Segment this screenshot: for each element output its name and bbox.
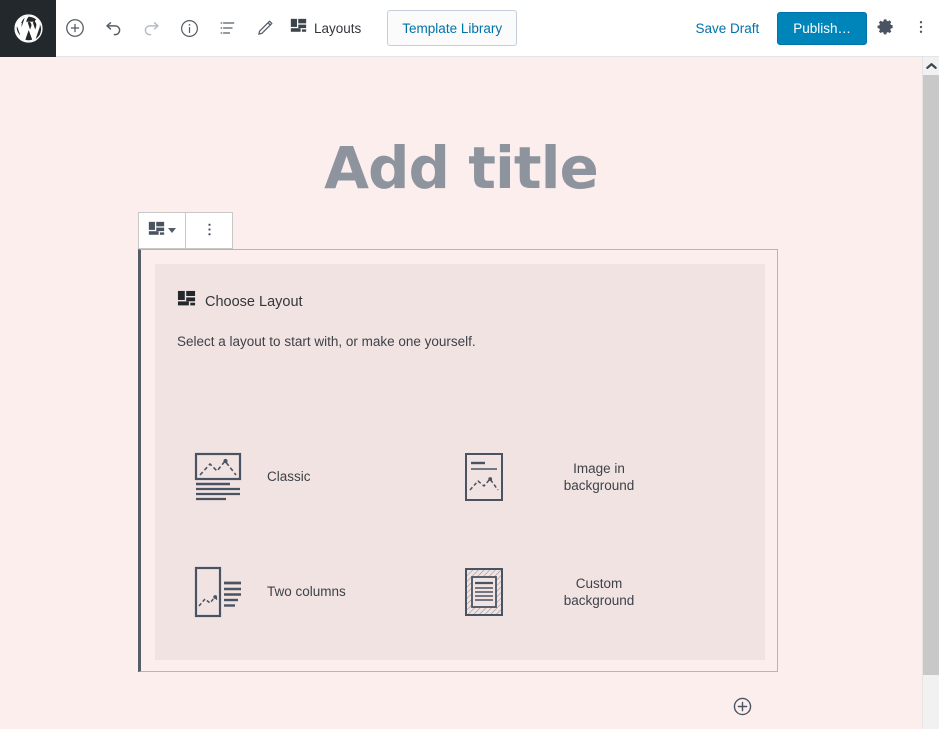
gear-icon xyxy=(876,17,895,39)
layout-option-two-columns[interactable]: Two columns xyxy=(189,534,439,649)
layout-option-custom-background[interactable]: Custom background xyxy=(453,534,703,649)
save-draft-button[interactable]: Save Draft xyxy=(683,11,771,45)
layouts-icon xyxy=(290,18,307,38)
editor-top-toolbar: Layouts Template Library Save Draft Publ… xyxy=(0,0,939,57)
layout-option-label: Image in background xyxy=(563,460,635,493)
wordpress-logo-icon xyxy=(13,13,44,44)
plus-circle-icon xyxy=(732,696,753,720)
wordpress-logo-button[interactable] xyxy=(0,0,56,57)
selected-block[interactable]: Choose Layout Select a layout to start w… xyxy=(138,249,778,672)
editor-root: Layouts Template Library Save Draft Publ… xyxy=(0,0,939,729)
pencil-icon xyxy=(255,18,275,38)
choose-layout-title: Choose Layout xyxy=(205,294,303,310)
scroll-up-button[interactable] xyxy=(923,57,939,74)
chevron-up-icon xyxy=(925,57,937,75)
choose-layout-heading: Choose Layout xyxy=(177,290,743,314)
classic-layout-icon xyxy=(189,446,251,508)
template-library-button[interactable]: Template Library xyxy=(387,10,518,46)
layouts-icon xyxy=(177,290,196,314)
layouts-icon xyxy=(148,221,165,241)
two-columns-layout-icon xyxy=(189,561,251,623)
undo-icon xyxy=(103,18,124,39)
settings-button[interactable] xyxy=(867,8,903,48)
post-title-placeholder[interactable]: Add title xyxy=(0,134,922,202)
info-circle-icon xyxy=(179,18,200,39)
image-in-background-layout-icon xyxy=(453,446,515,508)
layouts-button[interactable]: Layouts xyxy=(284,8,369,48)
layout-option-image-in-background[interactable]: Image in background xyxy=(453,419,703,534)
layouts-button-label: Layouts xyxy=(314,20,362,36)
custom-background-layout-icon xyxy=(453,561,515,623)
layout-option-label: Custom background xyxy=(563,575,635,608)
undo-button[interactable] xyxy=(94,8,132,48)
vertical-dots-icon xyxy=(201,221,218,241)
block-toolbar xyxy=(138,212,233,249)
publish-button[interactable]: Publish… xyxy=(777,11,867,45)
layout-options-grid: Classic Image in background Two columns … xyxy=(189,419,729,649)
plus-circle-icon xyxy=(64,17,86,39)
block-navigation-button[interactable] xyxy=(208,8,246,48)
content-info-button[interactable] xyxy=(170,8,208,48)
redo-icon xyxy=(141,18,162,39)
block-layout-picker-button[interactable] xyxy=(139,213,185,248)
redo-button[interactable] xyxy=(132,8,170,48)
choose-layout-subtitle: Select a layout to start with, or make o… xyxy=(177,334,476,349)
layout-option-label: Classic xyxy=(267,469,311,484)
list-view-icon xyxy=(217,18,237,38)
edit-mode-button[interactable] xyxy=(246,8,284,48)
scrollbar-thumb[interactable] xyxy=(923,75,939,675)
add-block-button[interactable] xyxy=(56,8,94,48)
choose-layout-panel: Choose Layout Select a layout to start w… xyxy=(155,264,765,660)
chevron-down-icon xyxy=(168,228,176,233)
vertical-scrollbar[interactable] xyxy=(922,57,939,729)
block-appender-button[interactable] xyxy=(731,697,753,719)
block-more-options-button[interactable] xyxy=(186,213,232,248)
vertical-dots-icon xyxy=(912,18,930,39)
layout-option-label: Two columns xyxy=(267,584,346,599)
editor-canvas: Add title Choose Layout Select a layout … xyxy=(0,57,922,729)
layout-option-classic[interactable]: Classic xyxy=(189,419,439,534)
more-options-button[interactable] xyxy=(903,8,939,48)
